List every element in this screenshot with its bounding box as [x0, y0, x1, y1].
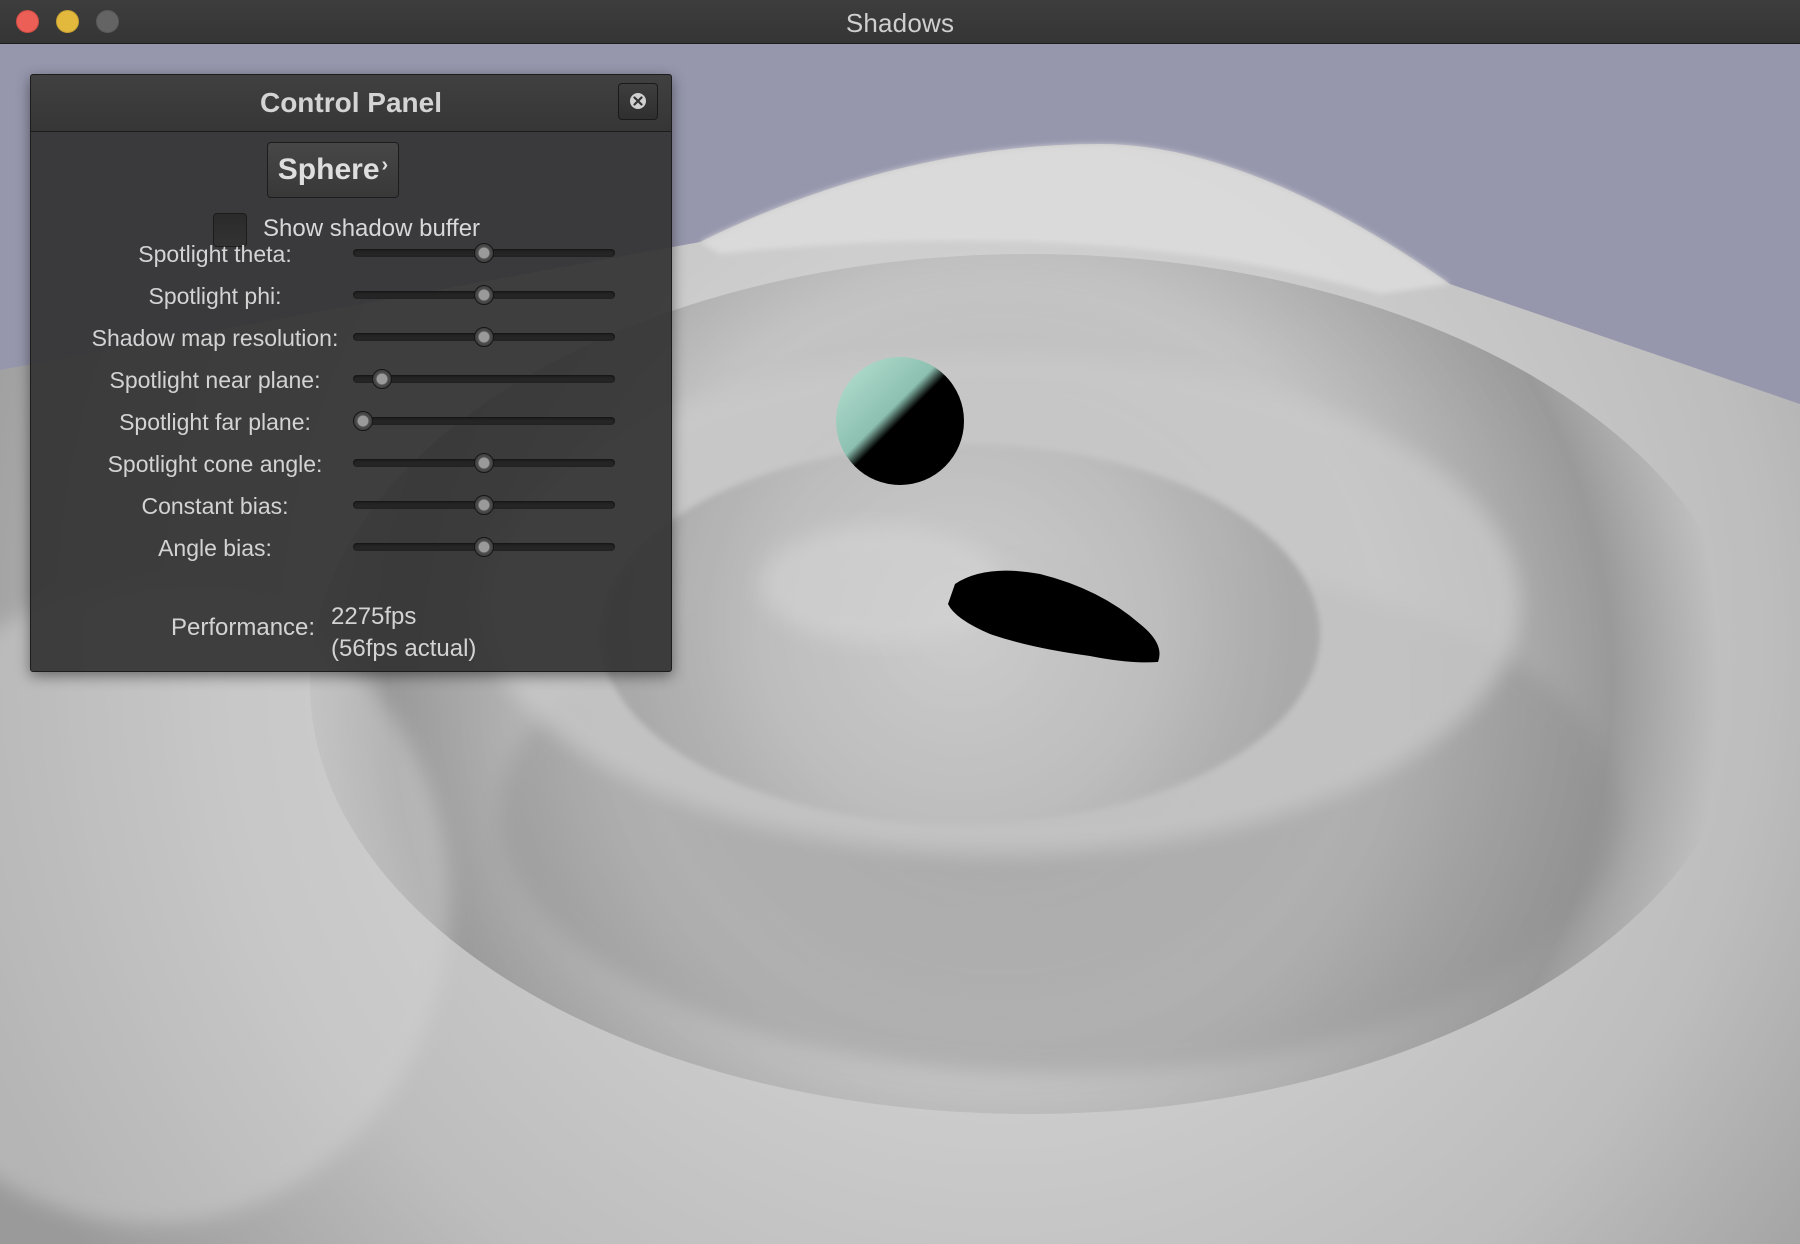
spotlight-phi-slider[interactable]	[353, 285, 615, 305]
panel-title: Control Panel	[259, 87, 442, 118]
spotlight-theta-slider-handle[interactable]	[474, 243, 494, 263]
constant-bias-label: Constant bias:	[141, 493, 289, 519]
spotlight-far-plane-slider[interactable]	[353, 411, 615, 431]
spotlight-theta-slider[interactable]	[353, 243, 615, 263]
spotlight-cone-angle-label: Spotlight cone angle:	[107, 451, 323, 477]
spotlight-far-plane-slider-handle[interactable]	[353, 411, 373, 431]
close-circle-icon	[630, 93, 646, 109]
spotlight-near-plane-slider[interactable]	[353, 369, 615, 389]
model-select-label: Sphere	[277, 153, 380, 186]
performance-fps: 2275fps	[331, 603, 417, 630]
model-select-button[interactable]: Sphere ›	[267, 142, 399, 198]
spotlight-near-plane-label: Spotlight near plane:	[109, 367, 321, 393]
spotlight-phi-label: Spotlight phi:	[148, 283, 282, 309]
angle-bias-slider[interactable]	[353, 537, 615, 557]
window-title: Shadows	[845, 8, 955, 38]
title-bar: Shadows	[0, 0, 1800, 44]
app-window: Shadows Control Panel Sphere › Show shado…	[0, 0, 1800, 1244]
control-panel: Control Panel Sphere › Show shadow buffer…	[30, 74, 672, 672]
performance-label: Performance:	[171, 614, 316, 641]
shadow-map-resolution-label: Shadow map resolution:	[91, 325, 339, 351]
spotlight-near-plane-slider-handle[interactable]	[372, 369, 393, 389]
spotlight-cone-angle-slider[interactable]	[353, 453, 615, 473]
constant-bias-slider-handle[interactable]	[474, 495, 494, 515]
sphere	[836, 357, 964, 485]
shadow-map-resolution-slider-handle[interactable]	[474, 327, 494, 347]
performance-value: 2275fps (56fps actual)	[331, 601, 476, 665]
panel-header[interactable]: Control Panel	[31, 75, 671, 132]
shadow-map-resolution-slider[interactable]	[353, 327, 615, 347]
performance-actual-fps: (56fps actual)	[331, 635, 477, 662]
chevron-right-icon: ›	[381, 154, 389, 176]
spotlight-cone-angle-slider-handle[interactable]	[474, 453, 494, 473]
spotlight-theta-label: Spotlight theta:	[138, 241, 292, 267]
spotlight-phi-slider-handle[interactable]	[474, 285, 494, 305]
angle-bias-slider-handle[interactable]	[474, 537, 494, 557]
constant-bias-slider[interactable]	[353, 495, 615, 515]
show-shadow-buffer-label: Show shadow buffer	[263, 215, 481, 242]
spotlight-far-plane-label: Spotlight far plane:	[119, 409, 311, 435]
panel-close-button[interactable]	[618, 83, 658, 120]
angle-bias-label: Angle bias:	[158, 535, 272, 561]
